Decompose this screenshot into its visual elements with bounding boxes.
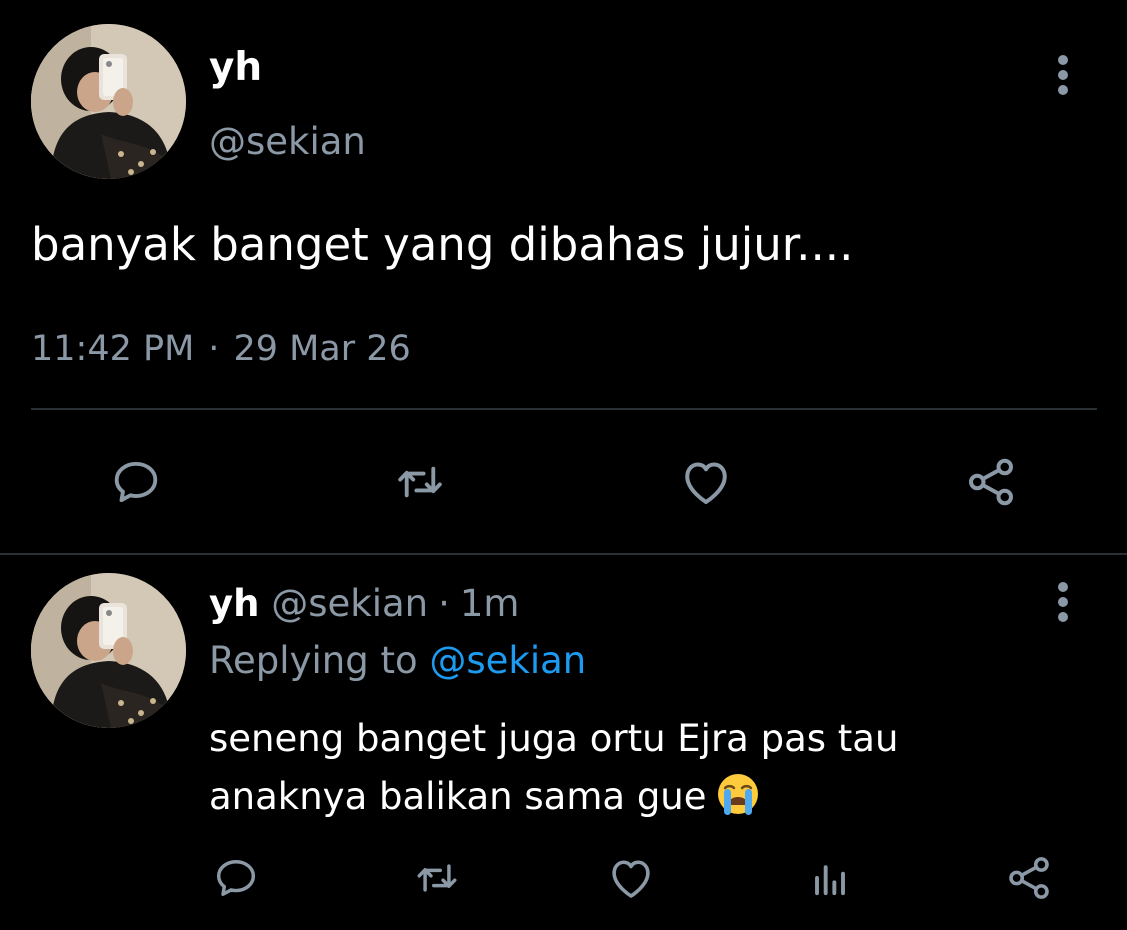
divider [31, 408, 1097, 410]
reply-text: seneng banget juga ortu Ejra pas tau ana… [209, 710, 1089, 826]
share-icon [969, 458, 1013, 506]
display-name[interactable]: yh [209, 42, 262, 94]
more-options-button[interactable] [1043, 50, 1083, 100]
tweet-detail-page: yh @sekian banyak banget yang dibahas ju… [0, 0, 1127, 930]
more-options-button[interactable] [1043, 577, 1083, 627]
reply-header: yh @sekian · 1m [209, 578, 519, 630]
more-vertical-icon [1058, 55, 1068, 95]
tweet-time: 11:42 PM [31, 329, 195, 369]
tweet-timestamp[interactable]: 11:42 PM · 29 Mar 26 [31, 324, 411, 374]
replying-to-label: Replying to @sekian [209, 635, 586, 687]
avatar[interactable] [31, 573, 186, 728]
share-icon [1009, 857, 1049, 899]
tweet-date: 29 Mar 26 [233, 329, 411, 369]
analytics-icon [815, 865, 845, 896]
comment-icon [216, 860, 256, 896]
section-divider [0, 553, 1127, 555]
loudly-crying-face-emoji [717, 774, 758, 815]
reply-button[interactable] [208, 850, 264, 906]
retweet-button[interactable] [390, 452, 450, 512]
heart-icon [612, 860, 650, 898]
share-button[interactable] [1001, 850, 1057, 906]
heart-icon [685, 462, 727, 504]
comment-icon [114, 461, 158, 503]
user-handle[interactable]: @sekian [209, 116, 366, 168]
like-button[interactable] [603, 850, 659, 906]
meta-separator: · [438, 582, 450, 625]
reply-text-line: anaknya balikan sama gue [209, 775, 707, 818]
meta-separator: · [208, 329, 220, 369]
share-button[interactable] [961, 452, 1021, 512]
display-name[interactable]: yh [209, 582, 259, 625]
like-button[interactable] [676, 452, 736, 512]
relative-time[interactable]: 1m [460, 582, 520, 625]
more-vertical-icon [1058, 582, 1068, 622]
analytics-button[interactable] [802, 850, 858, 906]
retweet-button[interactable] [409, 850, 465, 906]
retweet-icon [398, 466, 442, 498]
replying-prefix: Replying to [209, 639, 418, 682]
avatar[interactable] [31, 24, 186, 179]
retweet-icon [417, 864, 457, 892]
user-handle[interactable]: @sekian [271, 582, 428, 625]
mention-link[interactable]: @sekian [429, 639, 586, 682]
tweet-text: banyak banget yang dibahas jujur.... [31, 218, 854, 271]
reply-button[interactable] [106, 452, 166, 512]
reply-text-line: seneng banget juga ortu Ejra pas tau [209, 717, 899, 760]
